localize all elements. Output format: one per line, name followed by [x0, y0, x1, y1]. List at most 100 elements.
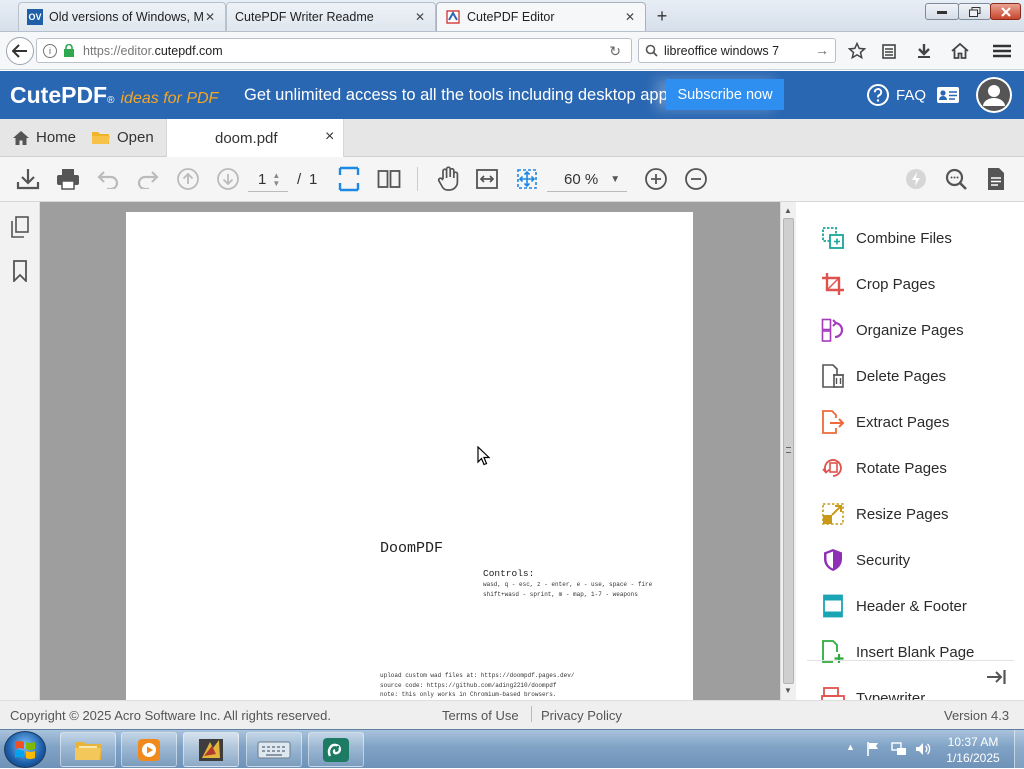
doc-controls-heading: Controls:: [483, 568, 535, 579]
url-bar[interactable]: i https://editor. cutepdf.com ↻: [36, 38, 632, 63]
combine-files-icon: [822, 227, 844, 249]
open-file-tab[interactable]: Open: [91, 129, 154, 146]
taskbar-browser[interactable]: [183, 732, 239, 767]
two-page-view-icon[interactable]: [375, 165, 403, 193]
volume-icon[interactable]: [915, 741, 931, 757]
downloads-icon[interactable]: [913, 40, 935, 62]
undo-icon[interactable]: [94, 165, 122, 193]
tool-rotate-pages[interactable]: Rotate Pages: [821, 453, 947, 483]
start-button[interactable]: [4, 731, 46, 768]
fit-view-icon[interactable]: [513, 165, 541, 193]
close-document-icon[interactable]: ×: [325, 128, 334, 146]
info-icon[interactable]: i: [43, 43, 57, 58]
tool-security[interactable]: Security: [821, 545, 910, 575]
close-tab-icon[interactable]: ✕: [413, 10, 427, 24]
close-window-button[interactable]: [990, 3, 1021, 20]
thumbnails-icon[interactable]: [10, 216, 30, 238]
home-tab[interactable]: Home: [12, 129, 76, 146]
subscribe-button[interactable]: Subscribe now: [666, 79, 784, 110]
browser-tab-cutepdf-editor[interactable]: CutePDF Editor ✕: [436, 2, 646, 31]
header-footer-icon: [823, 594, 843, 618]
back-arrow-icon: [12, 44, 27, 58]
browser-tab-cutepdf-readme[interactable]: CutePDF Writer Readme ✕: [226, 2, 436, 31]
previous-page-icon[interactable]: [174, 165, 202, 193]
taskbar-python-app[interactable]: [308, 732, 364, 767]
action-center-flag-icon[interactable]: [866, 741, 880, 757]
document-properties-icon[interactable]: [982, 165, 1010, 193]
reload-icon[interactable]: ↻: [609, 43, 621, 60]
taskbar-on-screen-keyboard[interactable]: [246, 732, 302, 767]
copyright-text: Copyright © 2025 Acro Software Inc. All …: [10, 708, 332, 723]
page-separator: /: [297, 171, 302, 188]
browser-tab-title: Old versions of Windows, M: [49, 10, 204, 24]
typewriter-icon: [821, 687, 845, 700]
footer-divider: [531, 706, 532, 722]
taskbar-media-player[interactable]: [121, 732, 177, 767]
help-circle-icon: [867, 84, 889, 106]
account-card-icon[interactable]: [936, 85, 960, 105]
hand-tool-icon[interactable]: [434, 165, 462, 193]
minimize-window-button[interactable]: [925, 3, 959, 20]
lock-icon: [64, 44, 74, 57]
page-stepper-icon[interactable]: ▲ ▼: [272, 171, 280, 188]
tool-delete-pages[interactable]: Delete Pages: [821, 361, 946, 391]
tool-typewriter[interactable]: Typewriter: [821, 683, 925, 700]
close-tab-icon[interactable]: ✕: [203, 10, 217, 24]
tool-combine-files[interactable]: Combine Files: [821, 223, 952, 253]
doc-controls-line: wasd, q - esc, z - enter, e - use, space…: [483, 581, 653, 588]
network-icon[interactable]: [891, 741, 907, 757]
zoom-select[interactable]: 60 % ▼: [547, 168, 627, 192]
privacy-link[interactable]: Privacy Policy: [541, 708, 622, 723]
tool-organize-pages[interactable]: Organize Pages: [821, 315, 964, 345]
hamburger-menu-icon[interactable]: [991, 40, 1013, 62]
back-button[interactable]: [6, 37, 34, 65]
search-document-icon[interactable]: [942, 165, 970, 193]
scroll-down-icon[interactable]: ▼: [784, 686, 792, 695]
tool-crop-pages[interactable]: Crop Pages: [821, 269, 935, 299]
bookmark-star-icon[interactable]: [846, 40, 868, 62]
viewer-scrollbar[interactable]: ▲ ▼: [780, 202, 796, 700]
close-tab-icon[interactable]: ✕: [623, 10, 637, 24]
new-tab-icon[interactable]: +: [652, 6, 672, 26]
browser-tab-old-versions[interactable]: OV Old versions of Windows, M ✕: [18, 2, 226, 31]
crop-icon: [822, 273, 844, 295]
restore-window-button[interactable]: [958, 3, 991, 20]
scroll-up-icon[interactable]: ▲: [784, 206, 792, 215]
tool-extract-pages[interactable]: Extract Pages: [821, 407, 949, 437]
zoom-in-icon[interactable]: [642, 165, 670, 193]
collapse-panel-icon[interactable]: [985, 668, 1007, 686]
tool-header-footer[interactable]: Header & Footer: [821, 591, 967, 621]
reading-list-icon[interactable]: [878, 40, 900, 62]
show-hidden-icons-icon[interactable]: ▲: [846, 742, 855, 752]
fit-page-icon[interactable]: [335, 165, 363, 193]
editor-toolbar: 1 ▲ ▼ / 1 60 % ▼: [0, 157, 1024, 202]
search-icon: [645, 44, 658, 57]
scrollbar-thumb[interactable]: [783, 218, 794, 684]
document-tab-doom[interactable]: doom.pdf ×: [166, 119, 344, 157]
download-icon[interactable]: [14, 165, 42, 193]
home-icon[interactable]: [949, 40, 971, 62]
print-icon[interactable]: [54, 165, 82, 193]
rotate-pages-icon: [822, 459, 842, 477]
stamp-icon[interactable]: [902, 165, 930, 193]
tool-resize-pages[interactable]: Resize Pages: [821, 499, 949, 529]
system-clock[interactable]: 10:37 AM 1/16/2025: [936, 734, 1010, 766]
extract-pages-icon: [822, 410, 845, 434]
zoom-out-icon[interactable]: [682, 165, 710, 193]
taskbar-explorer[interactable]: [60, 732, 116, 767]
tool-insert-blank-page[interactable]: Insert Blank Page: [821, 637, 974, 667]
show-desktop-button[interactable]: [1014, 730, 1024, 769]
next-page-icon[interactable]: [214, 165, 242, 193]
user-avatar-icon[interactable]: [976, 77, 1012, 113]
pdf-page[interactable]: DoomPDF Controls: wasd, q - esc, z - ent…: [126, 212, 693, 700]
fit-width-icon[interactable]: [473, 165, 501, 193]
organize-pages-icon: [821, 318, 844, 342]
bookmark-icon[interactable]: [12, 260, 28, 282]
terms-link[interactable]: Terms of Use: [442, 708, 519, 723]
redo-icon[interactable]: [134, 165, 162, 193]
faq-link[interactable]: FAQ: [866, 83, 926, 107]
page-number-input[interactable]: 1 ▲ ▼: [248, 168, 288, 192]
search-go-icon[interactable]: →: [815, 42, 829, 58]
search-box[interactable]: libreoffice windows 7 →: [638, 38, 836, 63]
cutepdf-logo[interactable]: CutePDF ® ideas for PDF: [10, 82, 218, 109]
